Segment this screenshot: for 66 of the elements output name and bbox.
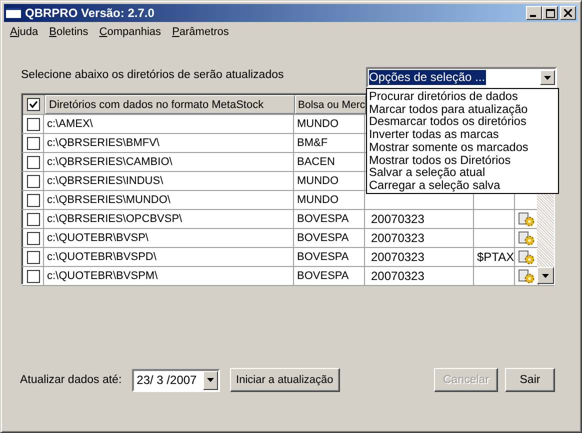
directory-cell: c:\QUOTEBR\BVSPD\	[47, 251, 156, 263]
directory-cell: c:\AMEX\	[47, 118, 93, 130]
action-button[interactable]: Iniciar a atualização	[230, 368, 340, 392]
dropdown-option[interactable]: Salvar a seleção atual	[369, 166, 558, 179]
minimize-button[interactable]	[526, 6, 542, 20]
document-gear-icon[interactable]	[518, 230, 535, 246]
date-cell: 20070323	[371, 212, 424, 226]
dropdown-option[interactable]: Marcar todos para atualização	[369, 102, 558, 116]
exchange-cell: BOVESPA	[297, 232, 349, 244]
row-checkbox[interactable]	[27, 118, 40, 130]
document-gear-icon[interactable]	[518, 268, 535, 284]
exchange-cell: MUNDO	[297, 118, 339, 130]
row-checkbox[interactable]	[27, 194, 40, 206]
directory-cell: c:\QBRSERIES\INDUS\	[47, 175, 164, 187]
row-checkbox[interactable]	[27, 250, 40, 264]
dropdown-option[interactable]: Inverter todas as marcas	[369, 128, 558, 141]
select-all-checkbox[interactable]	[27, 98, 40, 111]
column-header[interactable]: Bolsa ou Merc	[295, 95, 366, 114]
close-icon	[564, 9, 572, 17]
menu-item[interactable]: Companhias	[99, 26, 162, 42]
selection-dropdown[interactable]: Opções de seleção ...	[366, 67, 557, 88]
row-checkbox[interactable]	[27, 270, 40, 282]
window-icon	[6, 8, 21, 18]
date-cell: 20070323	[371, 231, 424, 245]
row-checkbox[interactable]	[27, 136, 40, 150]
date-picker[interactable]: 23/ 3 /2007	[132, 368, 220, 392]
directory-cell: c:\QUOTEBR\BVSP\	[47, 232, 148, 244]
date-cell: 20070323	[371, 250, 424, 264]
exchange-cell: BOVESPA	[297, 213, 349, 225]
exchange-cell: BOVESPA	[297, 251, 349, 263]
update-until-label: Atualizar dados até:	[20, 374, 122, 386]
instruction-label: Selecione abaixo os diretórios de serão atualizados	[21, 69, 284, 81]
row-checkbox[interactable]	[27, 212, 40, 226]
row-checkbox[interactable]	[27, 174, 40, 188]
maximize-button[interactable]	[542, 6, 558, 20]
exchange-cell: MUNDO	[297, 194, 339, 206]
exchange-cell: MUNDO	[297, 175, 339, 187]
directory-cell: c:\QBRSERIES\MUNDO\	[47, 194, 170, 206]
directory-cell: c:\QBRSERIES\CAMBIO\	[47, 156, 172, 168]
scroll-down-icon[interactable]	[537, 267, 554, 284]
column-header[interactable]: Diretórios com dados no formato MetaStock	[45, 95, 295, 114]
dropdown-option[interactable]: Mostrar todos os Diretórios	[369, 154, 558, 166]
close-button[interactable]	[560, 6, 576, 20]
action-button[interactable]: Sair	[505, 368, 555, 392]
menu-item[interactable]: Boletins	[49, 26, 88, 42]
row-checkbox[interactable]	[27, 156, 40, 168]
vertical-scrollbar[interactable]	[537, 192, 554, 284]
document-gear-icon[interactable]	[518, 212, 535, 226]
menu-item[interactable]: Ajuda	[10, 26, 38, 42]
code-cell: $PTAX	[477, 250, 514, 264]
dropdown-option[interactable]: Procurar diretórios de dados	[369, 90, 558, 103]
row-checkbox[interactable]	[27, 232, 40, 244]
menu-item[interactable]: Parâmetros	[172, 26, 229, 42]
dropdown-option[interactable]: Carregar a seleção salva	[369, 178, 558, 192]
maximize-icon	[546, 8, 554, 18]
exchange-cell: BM&F	[297, 137, 328, 149]
window-title: QBRPRO Versão: 2.7.0	[25, 6, 156, 20]
directory-cell: c:\QBRSERIES\BMFV\	[47, 137, 160, 149]
dropdown-option[interactable]: Desmarcar todos os diretórios	[369, 115, 558, 128]
directory-cell: c:\QBRSERIES\OPCBVSP\	[47, 213, 182, 225]
directory-cell: c:\QUOTEBR\BVSPM\	[47, 270, 158, 282]
exchange-cell: BACEN	[297, 156, 335, 168]
date-cell: 20070323	[371, 269, 424, 283]
exchange-cell: BOVESPA	[297, 270, 349, 282]
dropdown-option[interactable]: Mostrar somente os marcados	[369, 140, 558, 154]
document-gear-icon[interactable]	[518, 250, 535, 264]
